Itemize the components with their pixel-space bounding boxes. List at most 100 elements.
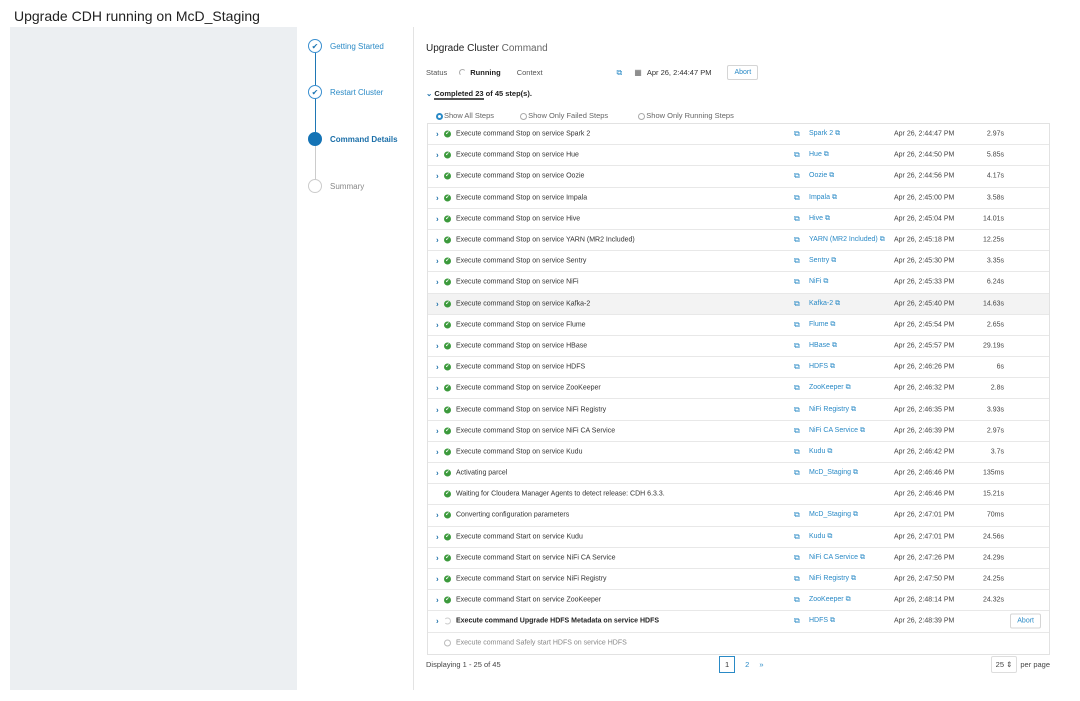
chevron-right-icon[interactable]: › xyxy=(436,257,439,266)
service-link[interactable]: HDFS ⧉ xyxy=(809,617,835,625)
service-link[interactable]: Impala ⧉ xyxy=(809,194,837,202)
chevron-right-icon[interactable]: › xyxy=(436,575,439,584)
external-link-icon[interactable]: ⧉ xyxy=(794,193,800,203)
external-link-icon[interactable]: ⧉ xyxy=(794,383,800,393)
chevron-right-icon[interactable]: › xyxy=(436,278,439,287)
filter-all-steps[interactable]: Show All Steps xyxy=(436,111,494,120)
wizard-step-command-details[interactable]: Command Details xyxy=(308,132,398,146)
step-row[interactable]: › ✔ Execute command Stop on service Impala… xyxy=(428,188,1049,209)
step-row[interactable]: › ✔ Execute command Stop on service Sentry… xyxy=(428,251,1049,273)
service-link[interactable]: NiFi Registry ⧉ xyxy=(809,406,856,414)
service-link[interactable]: YARN (MR2 Included) ⧉ xyxy=(809,236,885,244)
step-row[interactable]: › ✔ Activating parcel ⧉ McD_Staging ⧉ Apr 26,… xyxy=(428,463,1049,485)
service-link[interactable]: Kudu ⧉ xyxy=(809,448,832,456)
step-row[interactable]: › Execute command Upgrade HDFS Metadata o… xyxy=(428,611,1049,633)
service-link[interactable]: NiFi Registry ⧉ xyxy=(809,575,856,583)
step-row[interactable]: › ✔ Execute command Stop on service ZooKee… xyxy=(428,378,1049,400)
chevron-right-icon[interactable]: › xyxy=(436,469,439,478)
external-link-icon[interactable]: ⧉ xyxy=(794,553,800,563)
step-row[interactable]: › ✔ Execute command Stop on service NiFi C… xyxy=(428,421,1049,442)
chevron-right-icon[interactable]: › xyxy=(436,426,439,435)
external-link-icon[interactable]: ⧉ xyxy=(794,171,800,181)
step-row[interactable]: › ✔ Execute command Stop on service Flume ⧉… xyxy=(428,315,1049,336)
external-link-icon[interactable]: ⧉ xyxy=(794,277,800,287)
service-link[interactable]: Hive ⧉ xyxy=(809,215,830,223)
external-link-icon[interactable]: ⧉ xyxy=(794,405,800,415)
completed-toggle[interactable]: ⌄ Completed 23 of 45 step(s). xyxy=(426,89,532,100)
external-link-icon[interactable]: ⧉ xyxy=(794,214,800,224)
abort-command-button[interactable]: Abort xyxy=(727,65,759,80)
chevron-right-icon[interactable]: › xyxy=(436,151,439,160)
step-row[interactable]: › ✔ Execute command Start on service ZooKe… xyxy=(428,590,1049,612)
service-link[interactable]: NiFi CA Service ⧉ xyxy=(809,427,865,435)
external-link-icon[interactable]: ⧉ xyxy=(794,595,800,605)
chevron-right-icon[interactable]: › xyxy=(436,596,439,605)
chevron-right-icon[interactable]: › xyxy=(436,405,439,414)
wizard-step-restart-cluster[interactable]: ✔ Restart Cluster xyxy=(308,85,383,99)
service-link[interactable]: NiFi CA Service ⧉ xyxy=(809,554,865,562)
chevron-right-icon[interactable]: › xyxy=(436,553,439,562)
external-link-icon[interactable]: ⧉ xyxy=(794,574,800,584)
chevron-right-icon[interactable]: › xyxy=(436,214,439,223)
service-link[interactable]: Kudu ⧉ xyxy=(809,533,832,541)
chevron-right-icon[interactable]: › xyxy=(436,299,439,308)
external-link-icon[interactable]: ⧉ xyxy=(794,616,800,626)
external-link-icon[interactable]: ⧉ xyxy=(794,150,800,160)
chevron-right-icon[interactable]: › xyxy=(436,511,439,520)
step-row[interactable]: › ✔ Converting configuration parameters ⧉ Mc… xyxy=(428,505,1049,527)
external-link-icon[interactable]: ⧉ xyxy=(794,299,800,309)
step-row[interactable]: › ✔ Execute command Stop on service Spark … xyxy=(428,124,1049,146)
chevron-right-icon[interactable]: › xyxy=(436,130,439,139)
external-link-icon[interactable]: ⧉ xyxy=(794,510,800,520)
external-link-icon[interactable]: ⧉ xyxy=(794,320,800,330)
wizard-step-summary[interactable]: Summary xyxy=(308,179,364,193)
external-link-icon[interactable]: ⧉ xyxy=(794,447,800,457)
service-link[interactable]: ZooKeeper ⧉ xyxy=(809,384,851,392)
external-link-icon[interactable]: ⧉ xyxy=(794,235,800,245)
chevron-right-icon[interactable]: › xyxy=(436,172,439,181)
chevron-right-icon[interactable]: › xyxy=(436,617,439,626)
external-link-icon[interactable]: ⧉ xyxy=(794,468,800,478)
page-2-button[interactable]: 2 xyxy=(745,660,749,669)
step-row[interactable]: › ✔ Execute command Stop on service Kudu ⧉ K… xyxy=(428,442,1049,463)
step-row[interactable]: › ✔ Execute command Stop on service Oozie ⧉… xyxy=(428,166,1049,188)
chevron-right-icon[interactable]: › xyxy=(436,320,439,329)
external-link-icon[interactable]: ⧉ xyxy=(794,532,800,542)
service-link[interactable]: McD_Staging ⧉ xyxy=(809,469,858,477)
chevron-right-icon[interactable]: › xyxy=(436,532,439,541)
step-row[interactable]: › ✔ Execute command Start on service NiFi … xyxy=(428,548,1049,569)
filter-running-steps[interactable]: Show Only Running Steps xyxy=(638,111,734,120)
abort-step-button[interactable]: Abort xyxy=(1010,613,1041,629)
step-row[interactable]: › ✔ Execute command Stop on service NiFi ⧉ N… xyxy=(428,272,1049,294)
service-link[interactable]: Flume ⧉ xyxy=(809,321,835,329)
page-1-button[interactable]: 1 xyxy=(719,656,736,673)
external-link-icon[interactable]: ⧉ xyxy=(794,426,800,436)
external-link-icon[interactable]: ⧉ xyxy=(794,341,800,351)
chevron-right-icon[interactable]: › xyxy=(436,363,439,372)
chevron-right-icon[interactable]: › xyxy=(436,236,439,245)
next-page-button[interactable]: » xyxy=(759,660,763,669)
wizard-step-getting-started[interactable]: ✔ Getting Started xyxy=(308,39,384,53)
filter-failed-steps[interactable]: Show Only Failed Steps xyxy=(520,111,608,120)
step-row[interactable]: Execute command Safely start HDFS on ser… xyxy=(428,633,1049,654)
external-link-icon[interactable]: ⧉ xyxy=(794,129,800,139)
chevron-right-icon[interactable]: › xyxy=(436,341,439,350)
service-link[interactable]: Spark 2 ⧉ xyxy=(809,130,840,138)
service-link[interactable]: Sentry ⧉ xyxy=(809,257,836,265)
service-link[interactable]: Oozie ⧉ xyxy=(809,172,834,180)
chevron-right-icon[interactable]: › xyxy=(436,193,439,202)
step-row[interactable]: ✔ Waiting for Cloudera Manager Agents to … xyxy=(428,484,1049,506)
service-link[interactable]: Hue ⧉ xyxy=(809,151,829,159)
step-row[interactable]: › ✔ Execute command Stop on service HDFS ⧉ H… xyxy=(428,357,1049,379)
step-row[interactable]: › ✔ Execute command Stop on service Kafka-… xyxy=(428,293,1049,315)
service-link[interactable]: HDFS ⧉ xyxy=(809,363,835,371)
step-row[interactable]: › ✔ Execute command Stop on service NiFi R… xyxy=(428,399,1049,421)
service-link[interactable]: ZooKeeper ⧉ xyxy=(809,596,851,604)
external-link-icon[interactable]: ⧉ xyxy=(794,256,800,266)
chevron-right-icon[interactable]: › xyxy=(436,447,439,456)
step-row[interactable]: › ✔ Execute command Start on service Kudu ⧉… xyxy=(428,527,1049,548)
service-link[interactable]: HBase ⧉ xyxy=(809,342,837,350)
service-link[interactable]: NiFi ⧉ xyxy=(809,278,828,286)
service-link[interactable]: Kafka-2 ⧉ xyxy=(809,300,840,308)
step-row[interactable]: › ✔ Execute command Stop on service Hive ⧉ H… xyxy=(428,209,1049,230)
